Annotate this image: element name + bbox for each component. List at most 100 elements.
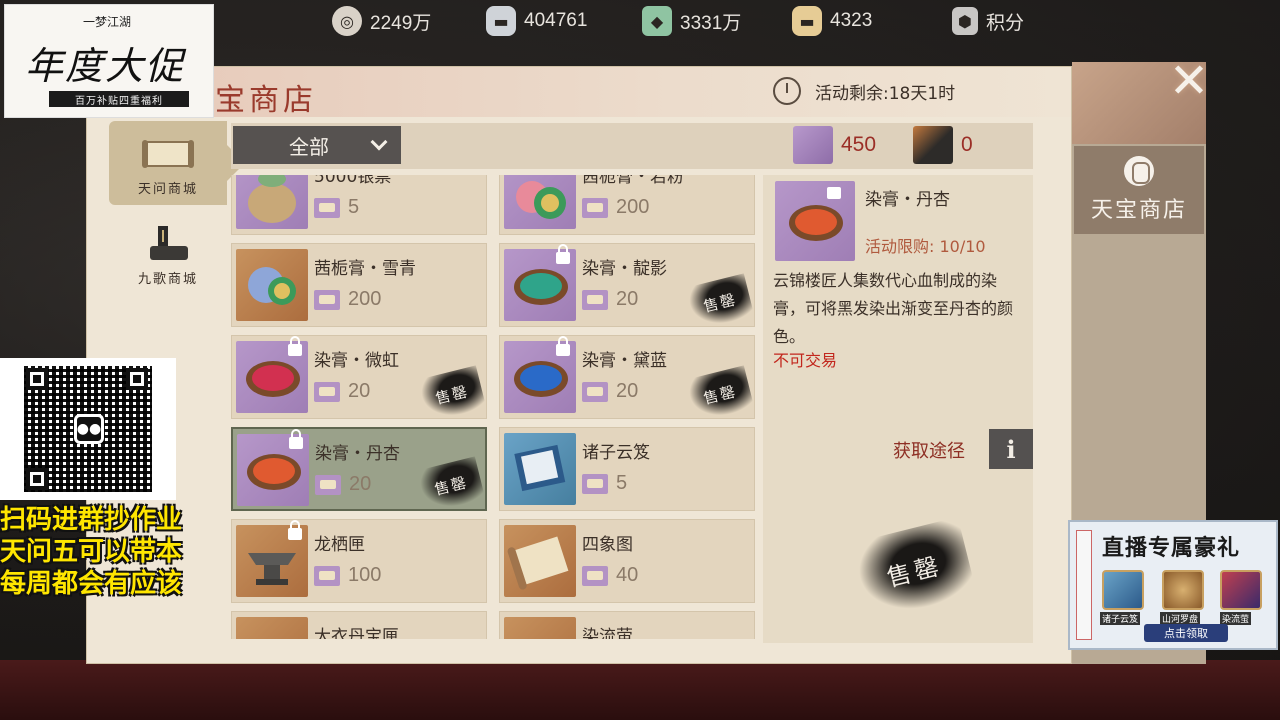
sold-out-stamp: 售罄 [850,516,978,622]
item-name: 染膏・黛蓝 [582,351,667,371]
shop-item[interactable]: 染膏・微虹 20 售罄 [231,335,487,423]
price-value: 40 [616,564,639,586]
map-scroll-icon [507,536,569,590]
shop-item[interactable]: 龙栖匣 100 [231,519,487,603]
price-value: 100 [348,564,382,586]
shop-item[interactable]: 茜栀膏・雪青 200 [231,243,487,327]
trade-status: 不可交易 [773,351,838,370]
scroll-token-icon [582,473,608,494]
scroll-token-icon [314,565,340,586]
shop-item[interactable]: 染流萤 [499,611,755,639]
scroll-token-icon [582,197,608,218]
sold-out-stamp: 售罄 [685,273,755,331]
item-image [236,617,308,639]
detail-item-image [775,181,855,261]
item-name: 染膏・微虹 [314,351,399,371]
powder-box-icon [248,267,296,305]
wechat-icon: ●● [74,414,104,444]
shop-item[interactable]: 四象图 40 [499,519,755,603]
detail-item-name: 染膏・丹杏 [865,190,950,210]
item-price: 5 [582,472,627,495]
price-value: 20 [349,473,372,495]
item-name: 茜栀膏・雪青 [314,259,416,279]
shop-item[interactable]: 染膏・靛影 20 售罄 [499,243,755,331]
currency-item: ▬ 404761 [486,6,587,36]
currency-item: ◎ 2249万 [332,6,431,36]
currency-bar: ◎ 2249万 ▬ 404761 ◆ 3331万 ▬ 4323 ⬢ 积分 [320,0,1080,44]
shop-item[interactable]: 茜栀膏・若粉 200 [499,175,755,235]
currency-value: 404761 [524,10,588,31]
shop-item[interactable]: 诸子云笈 5 [499,427,755,511]
gift-item-book-icon [1102,570,1144,610]
item-name: 龙栖匣 [314,535,365,555]
tab-tianbao-shop[interactable]: 天宝商店 [1074,146,1204,234]
category-filter-dropdown[interactable]: 全部 [233,126,401,164]
item-name: 茜栀膏・若粉 [582,175,684,187]
item-name: 染流萤 [582,627,633,639]
token-value: 0 [961,133,973,156]
category-label: 天问商城 [137,182,198,197]
filter-bar: 全部 450 0 [231,123,1033,169]
gift-item-dye-icon [1220,570,1262,610]
currency-value: 3331万 [680,12,742,34]
source-link[interactable]: 获取途径 [893,437,965,463]
item-name: 诸子云笈 [582,443,650,463]
clock-icon [773,77,801,105]
item-name: 5000银票 [314,175,392,187]
item-image [504,433,576,505]
logo-subtitle: 百万补贴四重福利 [49,91,189,107]
event-logo: 一梦江湖 年度大促 百万补贴四重福利 [4,4,214,118]
category-label: 九歌商城 [137,272,198,287]
scroll-token-icon [315,474,341,495]
item-detail-pane: 染膏・丹杏 活动限购: 10/10 云锦楼匠人集数代心血制成的染膏，可将黑发染出… [763,175,1033,643]
claim-button[interactable]: 点击领取 [1144,624,1228,642]
price-value: 20 [616,288,639,310]
money-bag-icon [248,175,296,223]
currency-item: ⬢ 积分 [952,6,1024,36]
item-name: 大衣丹宝匣 [314,627,399,639]
item-image [236,249,308,321]
lock-icon [556,244,570,264]
scroll-token-icon [582,381,608,402]
scroll-token-icon [314,289,340,310]
gift-item-label: 诸子云笈 [1100,612,1141,625]
lock-icon [288,520,302,540]
item-grid[interactable]: 5000银票 5 茜栀膏・若粉 200 茜栀膏・雪青 200 染膏・靛影 20 … [231,175,761,639]
shop-item[interactable]: 大衣丹宝匣 [231,611,487,639]
item-price: 20 [582,380,638,403]
shop-item[interactable]: 5000银票 5 [231,175,487,235]
item-price: 100 [314,564,381,587]
points-label: 积分 [986,12,1025,34]
dropdown-value: 全部 [289,134,329,159]
shop-item-selected[interactable]: 染膏・丹杏 20 售罄 [231,427,487,514]
shop-item[interactable]: 染膏・黛蓝 20 售罄 [499,335,755,423]
logo-brand: 一梦江湖 [83,15,132,29]
scroll-token-icon [793,126,833,164]
token-value: 450 [841,133,877,156]
item-price: 200 [314,288,381,311]
category-jiuge[interactable]: 九歌商城 [109,211,227,295]
item-name: 染膏・靛影 [582,259,667,279]
purchase-limit: 活动限购: 10/10 [865,237,986,256]
lock-icon [827,187,841,199]
live-gift-banner[interactable]: 直播专属豪礼 诸子云笈 山河罗盘 染流萤 点击领取 [1068,520,1278,650]
qr-finder [26,468,48,490]
reel-coin-icon: ◎ [332,6,362,36]
item-price: 200 [582,196,649,219]
price-value: 20 [348,380,371,402]
chevron-down-icon [370,133,388,151]
points-shield-icon: ⬢ [952,7,978,35]
currency-item: ◆ 3331万 [642,6,741,36]
promo-text: 扫码进群抄作业 天问五可以带本 每周都会有应该 [0,504,230,600]
lock-icon [288,336,302,356]
category-tianwen[interactable]: 天问商城 [109,121,245,205]
close-button[interactable]: ✕ [1160,52,1218,110]
item-name: 四象图 [582,535,633,555]
close-icon: ✕ [1168,53,1210,109]
scroll-token-icon [582,565,608,586]
price-value: 5 [348,196,360,218]
scroll-token-icon [314,381,340,402]
item-image [236,175,308,229]
info-button[interactable]: i [989,429,1033,469]
item-image [504,175,576,229]
